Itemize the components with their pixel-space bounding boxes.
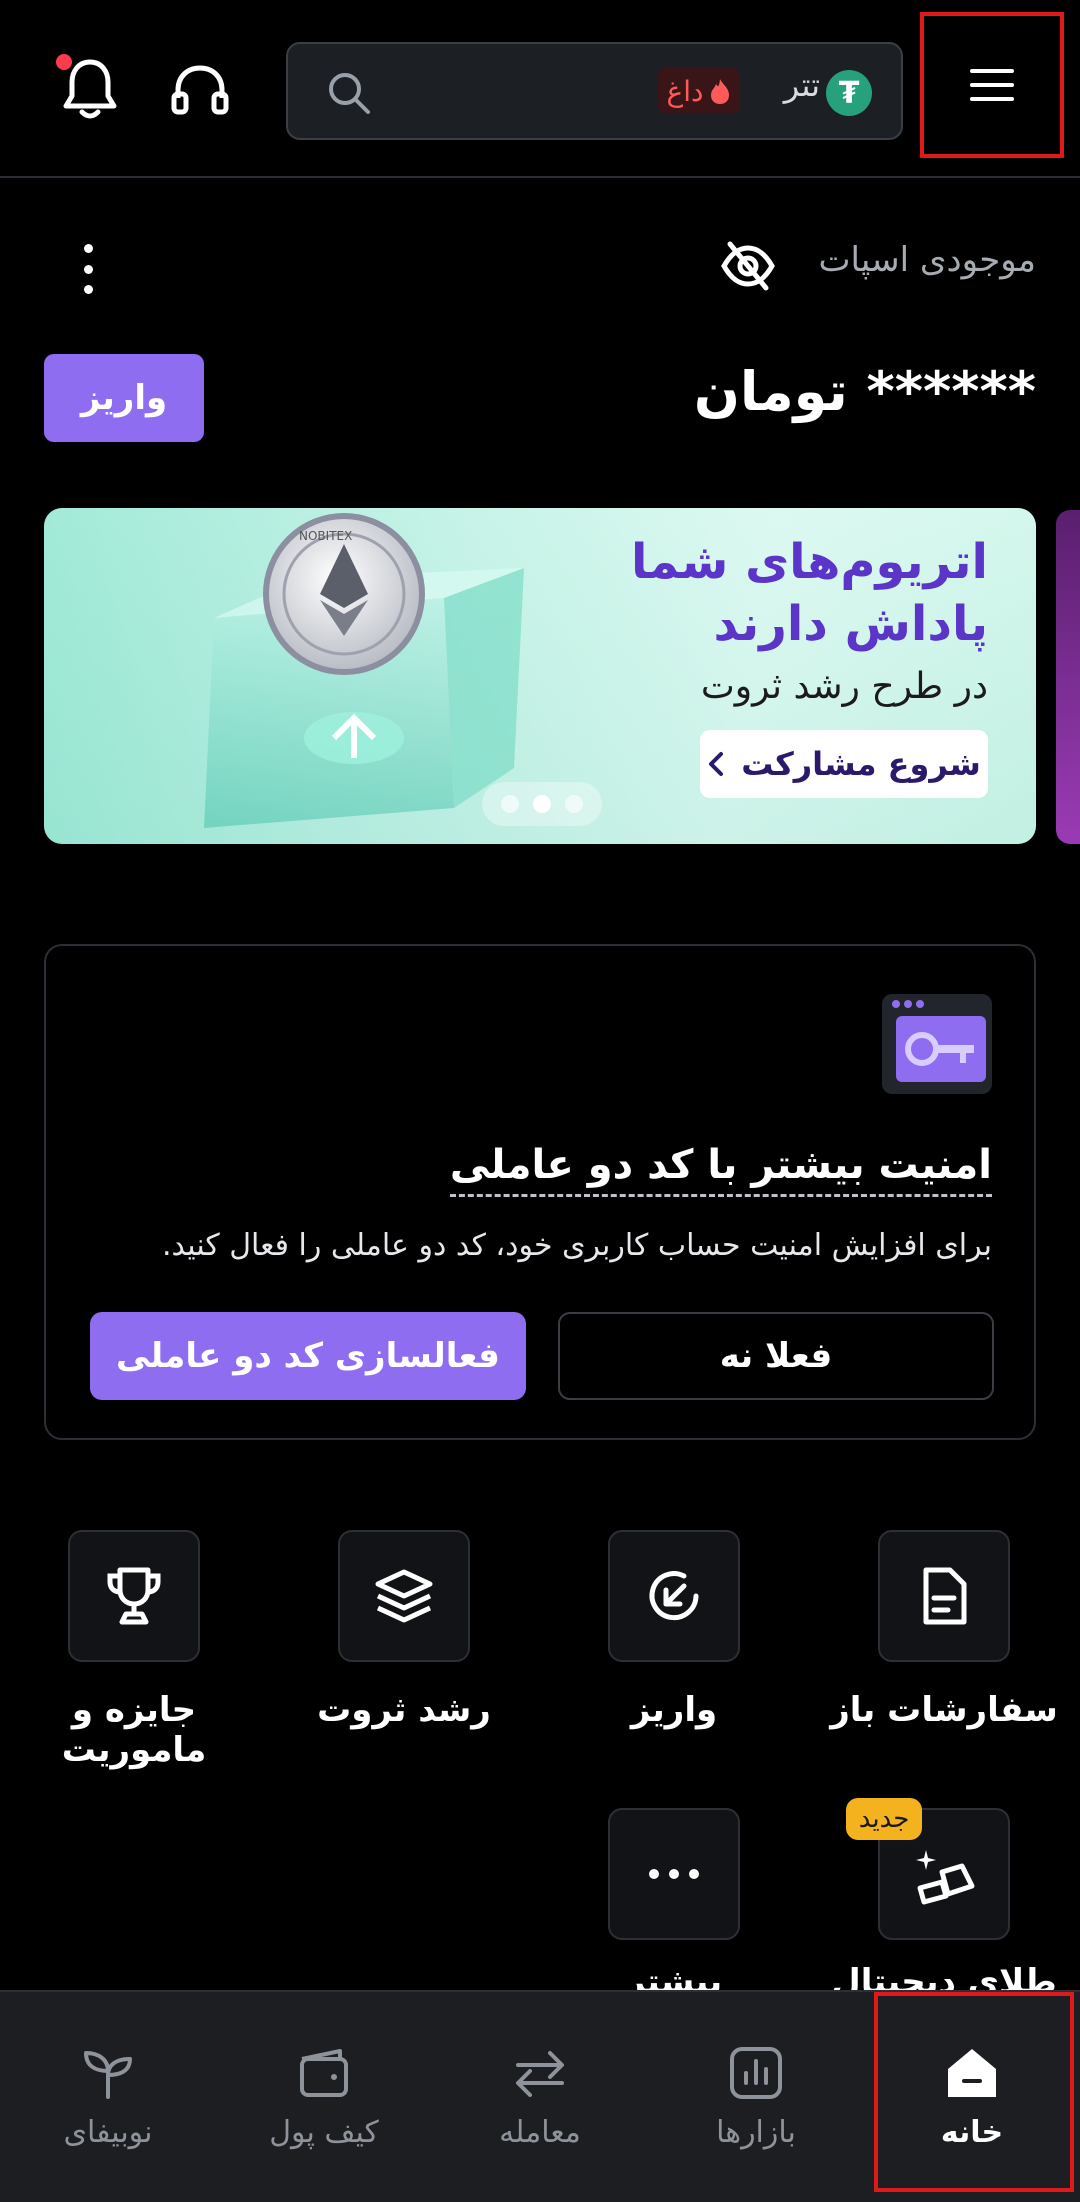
hot-badge: داغ	[658, 68, 740, 114]
tether-icon: ₮	[826, 70, 872, 116]
enable-2fa-button[interactable]: فعالسازی کد دو عاملی	[90, 1312, 526, 1400]
open-orders-label: سفارشات باز	[830, 1690, 1058, 1730]
deposit-label: واریز	[630, 1690, 718, 1730]
notification-dot	[56, 54, 72, 70]
two-factor-title: امنیت بیشتر با کد دو عاملی	[449, 1142, 992, 1197]
open-orders-tile[interactable]	[878, 1530, 1010, 1662]
hot-label: داغ	[666, 74, 704, 108]
banner-cta-label: شروع مشارکت	[741, 745, 981, 783]
carousel-indicator	[482, 782, 602, 826]
search-icon	[324, 68, 374, 118]
nav-trade[interactable]: معامله	[432, 1992, 648, 2202]
top-bar: داغ تتر ₮	[0, 0, 1080, 178]
key-icon	[882, 994, 992, 1094]
nav-nobify-label: نوبیفای	[63, 2114, 153, 2150]
deposit-icon	[649, 1571, 699, 1621]
document-icon	[923, 1567, 967, 1625]
banner-title-line2: پاداش دارند	[713, 596, 988, 652]
next-banner-peek[interactable]	[1056, 510, 1080, 844]
more-options-icon[interactable]	[72, 244, 104, 294]
two-factor-card: امنیت بیشتر با کد دو عاملی برای افزایش ا…	[44, 944, 1036, 1440]
coin-text: NOBITEX	[299, 529, 352, 543]
stack-icon	[375, 1569, 433, 1623]
menu-button[interactable]	[920, 12, 1064, 158]
deposit-tile[interactable]	[608, 1530, 740, 1662]
banner-subtitle: در طرح رشد ثروت	[700, 666, 988, 707]
home-highlight-box	[874, 1992, 1074, 2192]
rewards-label: جایزه و ماموریت	[61, 1690, 207, 1770]
nav-trade-label: معامله	[499, 2114, 581, 2150]
banner-title-line1: اتریوم‌های شما	[630, 534, 988, 590]
fire-icon	[711, 79, 730, 104]
banner-cta-button[interactable]: شروع مشارکت	[700, 730, 988, 798]
wallet-icon	[300, 2048, 348, 2097]
gold-icon	[916, 1850, 975, 1905]
trophy-icon	[107, 1567, 161, 1625]
nav-markets-label: بازارها	[716, 2114, 796, 2150]
nav-nobify[interactable]: نوبیفای	[0, 1992, 216, 2202]
deposit-button[interactable]: واریز	[44, 354, 204, 442]
more-tile[interactable]	[608, 1808, 740, 1940]
two-factor-description: برای افزایش امنیت حساب کاربری خود، کد دو…	[162, 1228, 992, 1263]
new-badge: جدید	[846, 1798, 922, 1840]
nav-markets[interactable]: بازارها	[648, 1992, 864, 2202]
rewards-tile[interactable]	[68, 1530, 200, 1662]
not-now-button[interactable]: فعلا نه	[558, 1312, 994, 1400]
chevron-left-icon	[709, 752, 724, 776]
search-input[interactable]: داغ تتر ₮	[286, 42, 903, 140]
eye-off-icon[interactable]	[720, 240, 776, 292]
more-icon	[649, 1869, 699, 1879]
balance-value: ****** تومان	[693, 360, 1036, 423]
sprout-icon	[84, 2050, 132, 2099]
promo-banner[interactable]: NOBITEX اتریوم‌های شما پاداش دارند در طر…	[44, 508, 1036, 844]
nav-wallet-label: کیف پول	[269, 2114, 379, 2150]
menu-icon	[970, 69, 1014, 101]
coin-name: تتر	[783, 66, 820, 104]
wealth-growth-label: رشد ثروت	[317, 1690, 491, 1730]
wealth-growth-tile[interactable]	[338, 1530, 470, 1662]
chart-icon	[730, 2046, 782, 2099]
swap-icon	[516, 2050, 564, 2097]
balance-label: موجودی اسپات	[818, 240, 1036, 280]
nav-wallet[interactable]: کیف پول	[216, 1992, 432, 2202]
headset-icon[interactable]	[164, 54, 236, 126]
